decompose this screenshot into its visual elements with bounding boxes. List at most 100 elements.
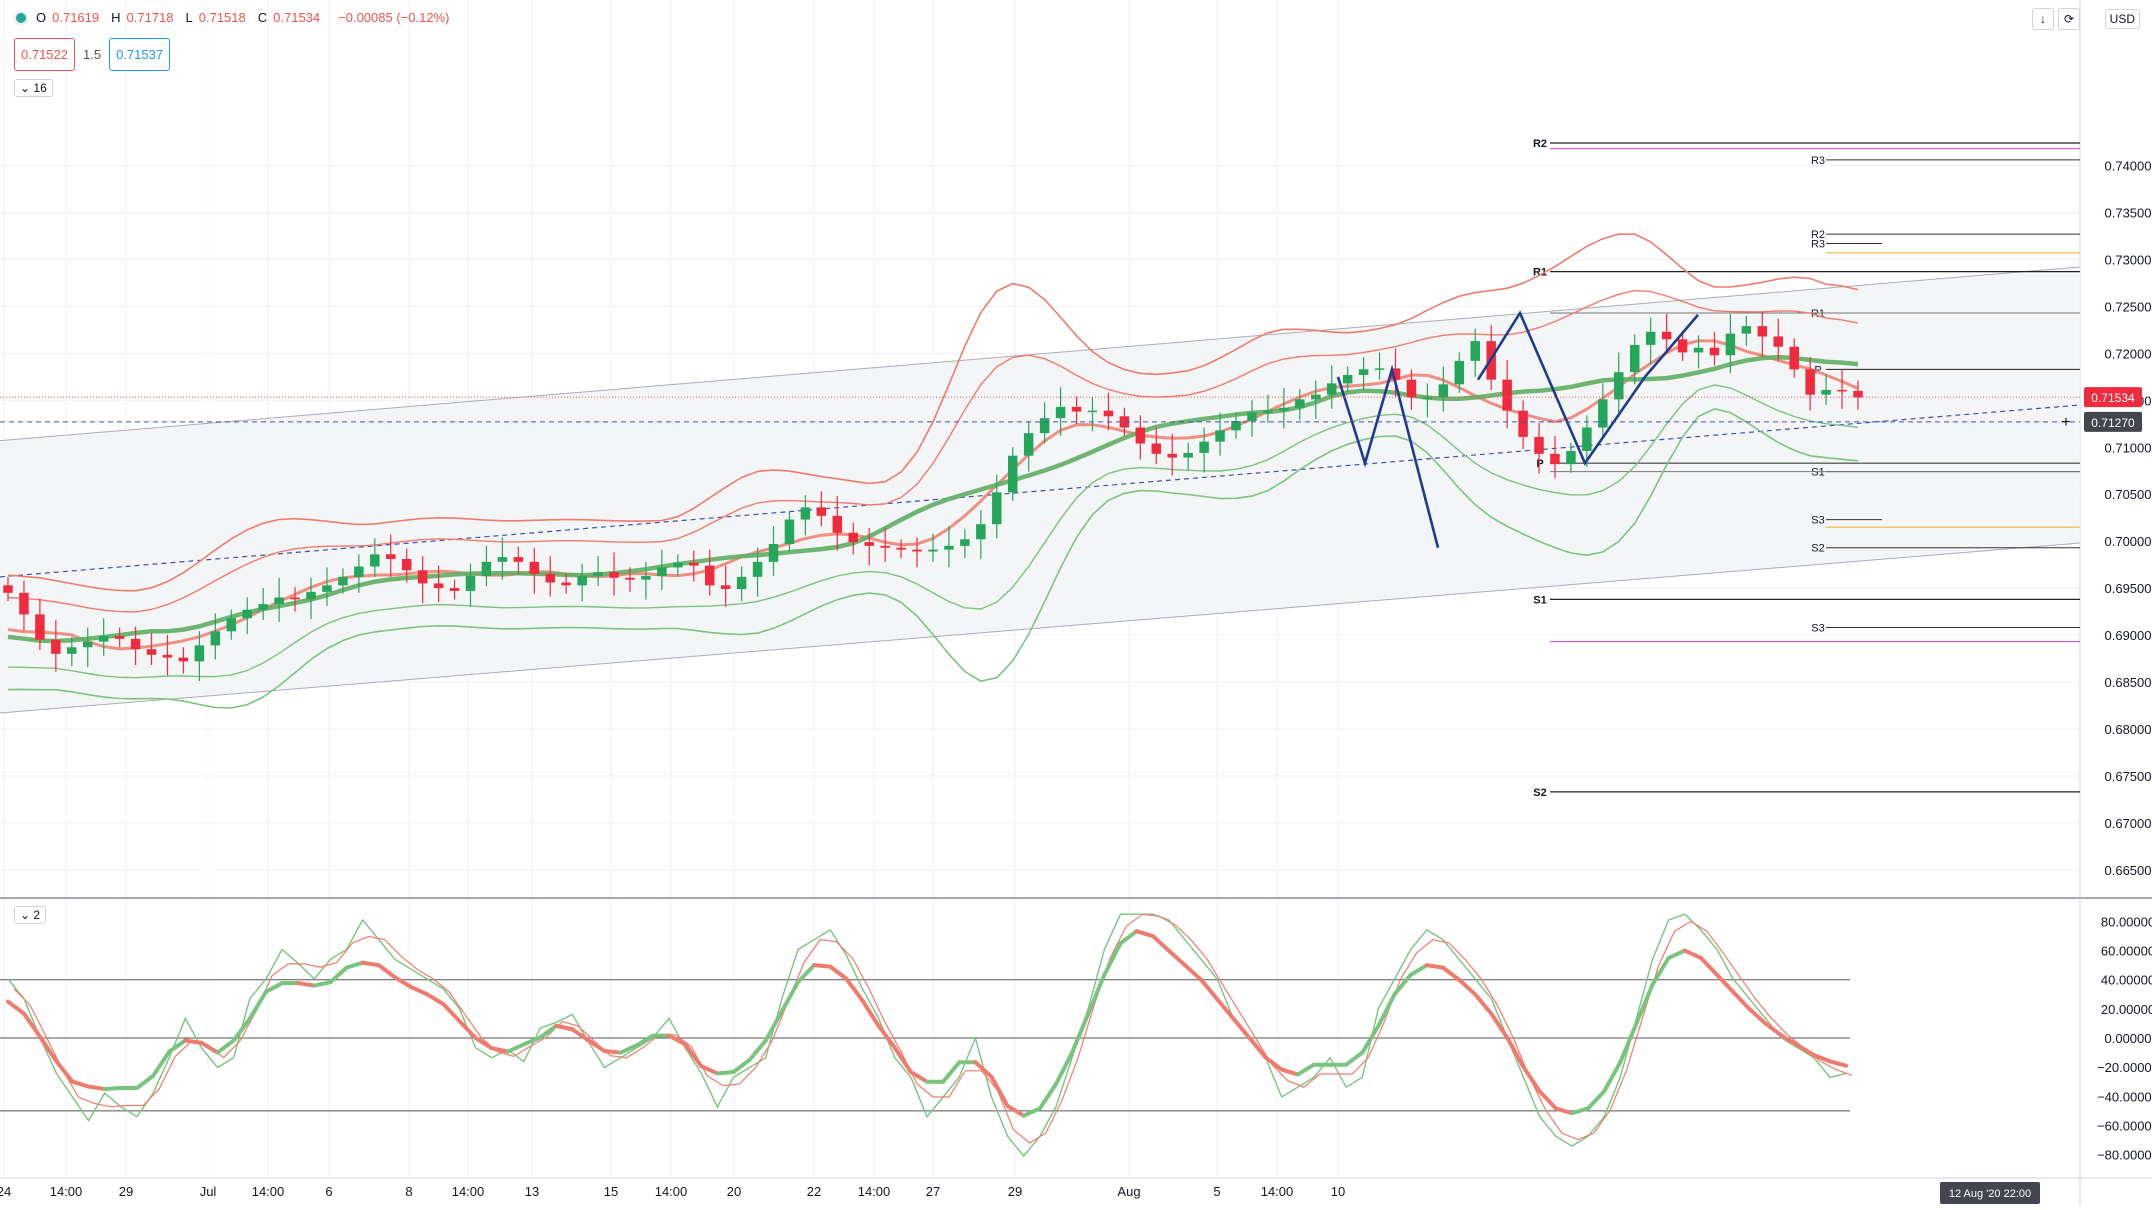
weekly-pivot-label: S1 — [1533, 594, 1546, 606]
candle-body — [497, 557, 508, 562]
price-tick-label: 0.72000 — [2105, 346, 2152, 361]
oscillator-signal-segment — [102, 1086, 123, 1091]
oscillator-signal-segment — [715, 1069, 736, 1076]
time-tick-label: 24 — [0, 1184, 11, 1199]
candle-body — [1167, 453, 1177, 458]
time-tick-label: Aug — [1117, 1184, 1140, 1199]
candle-body — [226, 618, 237, 632]
candle-body — [1677, 339, 1688, 353]
ohlc-value: 0.71534 — [273, 10, 321, 25]
candle-body — [1614, 372, 1624, 400]
candle-body — [912, 549, 922, 552]
candle-body — [194, 645, 205, 662]
price-tick-label: 0.69000 — [2105, 628, 2152, 643]
candle-body — [896, 547, 906, 550]
candle-body — [928, 549, 938, 552]
daily-pivot-label: R3 — [1811, 238, 1825, 250]
candle-body — [736, 576, 747, 590]
candle-body — [1582, 427, 1592, 452]
candle-body — [1518, 410, 1528, 437]
candle-body — [513, 557, 524, 562]
candle-body — [1645, 331, 1656, 345]
chart[interactable]: 0.74000 0.73500 0.73000 0.72500 0.72000 0.715… — [0, 0, 2152, 1205]
oscillator-tick-label: −40.00000 — [2097, 1089, 2152, 1104]
weekly-pivot-label: S2 — [1533, 787, 1546, 799]
sell-button[interactable]: 0.71522 — [14, 38, 75, 71]
candle-body — [800, 507, 811, 520]
candle-body — [641, 575, 651, 580]
time-tick-label: 14:00 — [50, 1184, 83, 1199]
time-tick-label: 14:00 — [252, 1184, 285, 1199]
candle-body — [593, 572, 603, 576]
candle-body — [784, 519, 795, 544]
candle-body — [1151, 443, 1162, 454]
price-tick-label: 0.70000 — [2105, 534, 2152, 549]
oscillator-tick-label: 0.00000 — [2105, 1031, 2152, 1046]
candle-body — [19, 592, 29, 615]
candle-body — [529, 561, 540, 575]
main-pane-toggle-label: 16 — [33, 81, 47, 95]
price-tick-label: 0.67500 — [2105, 769, 2152, 784]
candle-body — [1438, 384, 1449, 398]
candle-body — [1422, 397, 1433, 399]
candle-body — [768, 543, 779, 562]
time-tick-label: 10 — [1331, 1184, 1345, 1199]
candle-body — [449, 588, 460, 591]
oscillator-tick-label: −80.00000 — [2097, 1148, 2152, 1163]
chart-canvas[interactable]: 0.74000 0.73500 0.73000 0.72500 0.72000 0.715… — [0, 0, 2152, 1205]
main-pane-toggle[interactable]: ⌄ 16 — [14, 79, 53, 97]
oscillator-signal-segment — [360, 960, 381, 968]
oscillator-tick-label: 40.00000 — [2101, 973, 2152, 988]
candle-body — [1071, 406, 1082, 412]
chevron-down-icon: ⌄ — [20, 81, 31, 95]
ohlc-value: −0.00085 (−0.12%) — [338, 10, 450, 25]
candle-body — [35, 614, 45, 640]
currency-label[interactable]: USD — [2104, 9, 2140, 29]
ohlc-label: L — [185, 10, 193, 25]
buy-button[interactable]: 0.71537 — [109, 38, 171, 71]
candle-body — [401, 559, 412, 571]
candle-body — [1247, 412, 1257, 421]
candle-body — [577, 575, 587, 586]
candle-body — [465, 575, 476, 591]
candle-body — [1502, 379, 1512, 411]
time-tick-label: 27 — [926, 1184, 940, 1199]
candle-body — [1741, 326, 1752, 334]
candle-body — [481, 561, 492, 576]
candle-body — [1055, 406, 1066, 419]
candle-body — [146, 649, 157, 655]
ohlc-values: O 0.71619 H 0.71718 L 0.71518 C 0.71534 −0.00085… — [36, 10, 461, 25]
price-tick-label: 0.66500 — [2105, 863, 2152, 878]
oscillator-pane-toggle[interactable]: ⌄ 2 — [14, 906, 47, 924]
weekly-pivot-label: P — [1536, 458, 1543, 470]
oscillator-pane-toggle-label: 2 — [33, 908, 41, 922]
candle-body — [625, 577, 635, 580]
price-tick-label: 0.73000 — [2105, 252, 2152, 267]
daily-pivot-label: S3 — [1811, 515, 1824, 527]
refresh-icon[interactable]: ⟳ — [2058, 8, 2080, 30]
ohlc-label: C — [257, 10, 268, 25]
oscillator-signal-segment — [183, 1038, 204, 1045]
candle-body — [162, 654, 173, 658]
time-tick-label: 29 — [119, 1184, 133, 1199]
candle-body — [1566, 451, 1576, 465]
daily-pivot-label: S1 — [1811, 467, 1824, 479]
candle-body — [1837, 389, 1847, 392]
candle-body — [210, 631, 221, 646]
arrow-down-icon[interactable]: ↓ — [2032, 8, 2054, 30]
candle-body — [960, 539, 970, 546]
candle-body — [816, 507, 827, 516]
oscillator-signal-segment — [296, 981, 317, 988]
candle-body — [290, 597, 300, 600]
time-tick-label: 6 — [325, 1184, 332, 1199]
candle-body — [258, 604, 268, 610]
candle-body — [1773, 336, 1784, 347]
candle-body — [1661, 331, 1672, 340]
candle-body — [720, 585, 731, 590]
crosshair-price-label: 0.71270 — [2091, 416, 2135, 430]
candle-body — [561, 582, 571, 586]
candle-body — [1470, 341, 1480, 361]
spread-value: 1.5 — [83, 47, 102, 62]
ohlc-item: −0.00085 (−0.12%) — [332, 10, 455, 25]
candle-body — [322, 585, 332, 592]
